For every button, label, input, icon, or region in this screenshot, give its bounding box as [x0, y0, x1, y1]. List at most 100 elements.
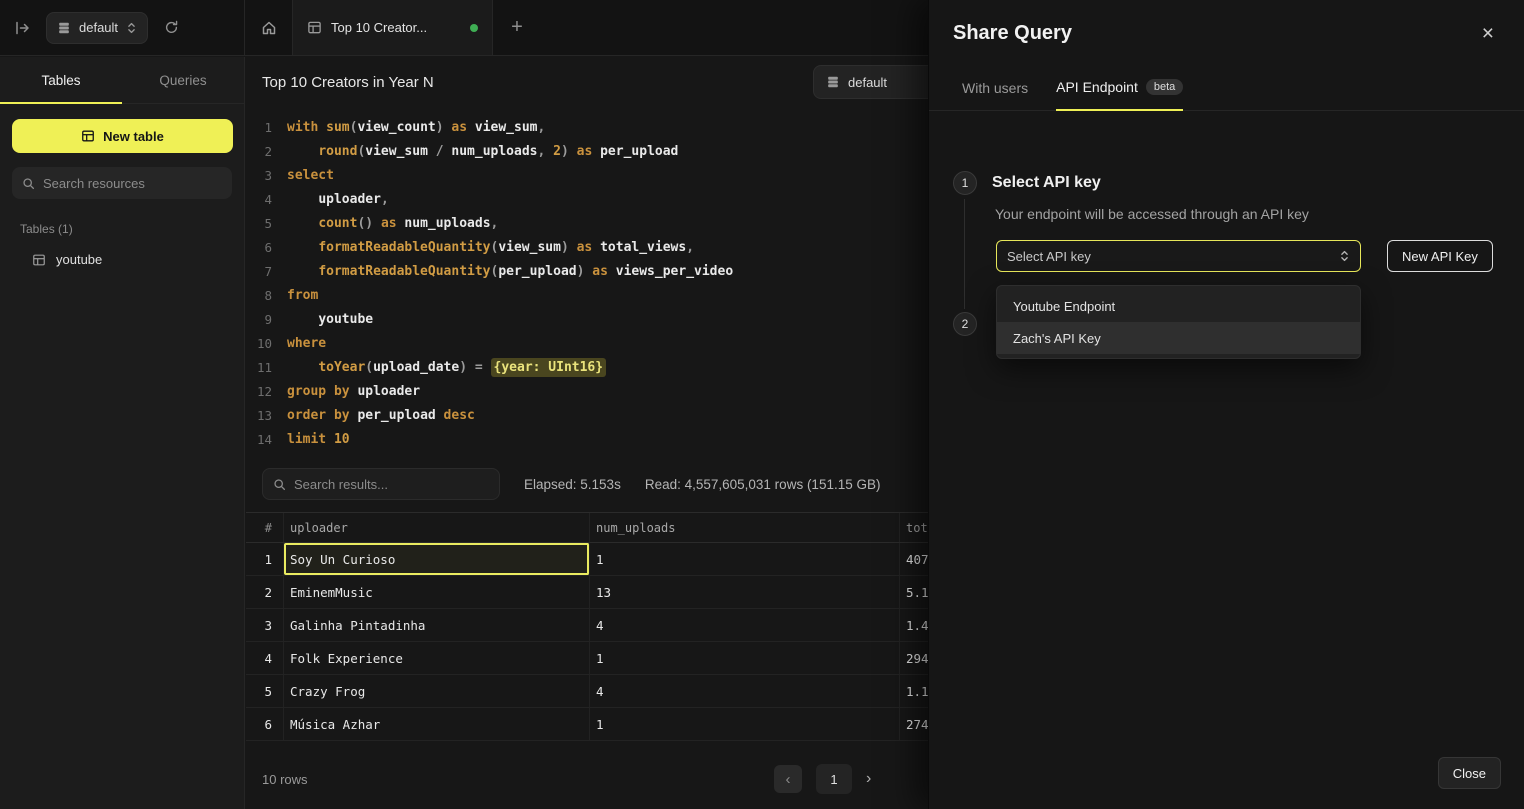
step-connector	[964, 199, 965, 309]
cell-index: 2	[246, 576, 284, 608]
query-title: Top 10 Creators in Year N	[262, 74, 434, 91]
api-key-option[interactable]: Zach's API Key	[997, 322, 1360, 354]
cell-uploader[interactable]: Folk Experience	[284, 642, 590, 674]
results-search[interactable]	[262, 468, 500, 500]
next-page-button[interactable]: ›	[866, 770, 871, 788]
rows-count: 10 rows	[262, 772, 308, 787]
cell-num-uploads[interactable]: 1	[590, 642, 900, 674]
new-table-button[interactable]: New table	[12, 119, 233, 153]
home-icon	[261, 20, 277, 36]
line-number: 12	[246, 380, 272, 404]
close-button[interactable]: Close	[1438, 757, 1501, 789]
api-key-select-value: Select API key	[1007, 249, 1091, 264]
new-table-label: New table	[103, 129, 164, 144]
close-icon[interactable]: ×	[1482, 23, 1494, 44]
cell-uploader[interactable]: Crazy Frog	[284, 675, 590, 707]
line-number: 8	[246, 284, 272, 308]
query-sheet-icon	[307, 20, 322, 35]
column-header-num-uploads[interactable]: num_uploads	[590, 513, 900, 542]
cell-uploader[interactable]: Música Azhar	[284, 708, 590, 740]
elapsed-stat: Elapsed: 5.153s	[524, 477, 621, 492]
table-icon	[81, 129, 95, 143]
line-number: 13	[246, 404, 272, 428]
cell-num-uploads[interactable]: 13	[590, 576, 900, 608]
database-icon	[57, 21, 71, 35]
cell-index: 6	[246, 708, 284, 740]
collapse-sidebar-icon[interactable]	[14, 20, 30, 36]
api-key-option[interactable]: Youtube Endpoint	[997, 290, 1360, 322]
database-icon	[826, 75, 840, 89]
cell-num-uploads[interactable]: 4	[590, 609, 900, 641]
plus-icon: +	[511, 16, 523, 39]
line-number: 4	[246, 188, 272, 212]
cell-num-uploads[interactable]: 1	[590, 708, 900, 740]
cell-num-uploads[interactable]: 4	[590, 675, 900, 707]
search-icon	[273, 478, 286, 491]
sidebar: Tables Queries New table Tables (1) yout…	[0, 57, 245, 809]
chevron-right-icon: ›	[866, 770, 871, 787]
sidebar-tab-queries[interactable]: Queries	[122, 57, 244, 103]
cell-index: 3	[246, 609, 284, 641]
line-number: 9	[246, 308, 272, 332]
share-panel-header: Share Query ×	[929, 0, 1524, 45]
column-header-uploader[interactable]: uploader	[284, 513, 590, 542]
cell-num-uploads[interactable]: 1	[590, 543, 900, 575]
unsaved-changes-dot	[470, 24, 478, 32]
resource-search-input[interactable]	[43, 176, 222, 191]
tab-query[interactable]: Top 10 Creator...	[293, 0, 493, 55]
tab-api-endpoint[interactable]: API Endpoint beta	[1056, 79, 1183, 111]
line-number: 7	[246, 260, 272, 284]
beta-badge: beta	[1146, 79, 1183, 95]
run-database-selector-value: default	[848, 75, 887, 90]
chevron-updown-icon	[1339, 249, 1350, 263]
database-selector[interactable]: default	[46, 12, 148, 44]
read-stat: Read: 4,557,605,031 rows (151.15 GB)	[645, 477, 881, 492]
results-search-input[interactable]	[294, 477, 489, 492]
api-key-select[interactable]: Select API key	[996, 240, 1361, 272]
previous-page-button[interactable]: ‹	[774, 765, 802, 793]
chevron-updown-icon	[126, 21, 137, 35]
share-query-panel: Share Query × With users API Endpoint be…	[928, 0, 1524, 809]
line-number: 5	[246, 212, 272, 236]
cell-index: 1	[246, 543, 284, 575]
line-number: 10	[246, 332, 272, 356]
sidebar-tabs: Tables Queries	[0, 57, 244, 104]
search-icon	[22, 177, 35, 190]
step-1-title: Select API key	[992, 174, 1101, 192]
share-tabs: With users API Endpoint beta	[929, 79, 1524, 111]
sidebar-item-youtube[interactable]: youtube	[0, 245, 244, 274]
new-api-key-button[interactable]: New API Key	[1387, 240, 1493, 272]
home-button[interactable]	[245, 0, 293, 55]
sidebar-tab-tables[interactable]: Tables	[0, 57, 122, 103]
cell-index: 5	[246, 675, 284, 707]
api-key-menu: Youtube EndpointZach's API Key	[996, 285, 1361, 359]
cell-uploader[interactable]: Galinha Pintadinha	[284, 609, 590, 641]
line-number: 11	[246, 356, 272, 380]
database-selector-value: default	[79, 20, 118, 35]
column-header-index: #	[246, 513, 284, 542]
line-number: 3	[246, 164, 272, 188]
share-panel-title: Share Query	[953, 22, 1072, 45]
cell-uploader[interactable]: Soy Un Curioso	[284, 543, 590, 575]
tab-with-users[interactable]: With users	[962, 79, 1028, 110]
tab-query-label: Top 10 Creator...	[331, 20, 427, 35]
table-icon	[32, 253, 46, 267]
step-1-description: Your endpoint will be accessed through a…	[995, 206, 1309, 222]
tab-api-endpoint-label: API Endpoint	[1056, 79, 1138, 95]
app-window: default Top 10 Creator...	[0, 0, 1524, 809]
pagination: ‹ 1 ›	[774, 764, 871, 794]
current-page[interactable]: 1	[816, 764, 852, 794]
new-tab-button[interactable]: +	[493, 0, 541, 55]
resource-search[interactable]	[12, 167, 232, 199]
line-number: 2	[246, 140, 272, 164]
line-number: 14	[246, 428, 272, 452]
cell-index: 4	[246, 642, 284, 674]
line-number: 1	[246, 116, 272, 140]
tables-section-label: Tables (1)	[20, 222, 244, 236]
refresh-icon[interactable]	[164, 20, 179, 35]
top-bar-left: default	[0, 0, 245, 55]
chevron-left-icon: ‹	[786, 771, 791, 788]
cell-uploader[interactable]: EminemMusic	[284, 576, 590, 608]
table-name: youtube	[56, 252, 102, 267]
step-2-indicator: 2	[953, 312, 977, 336]
